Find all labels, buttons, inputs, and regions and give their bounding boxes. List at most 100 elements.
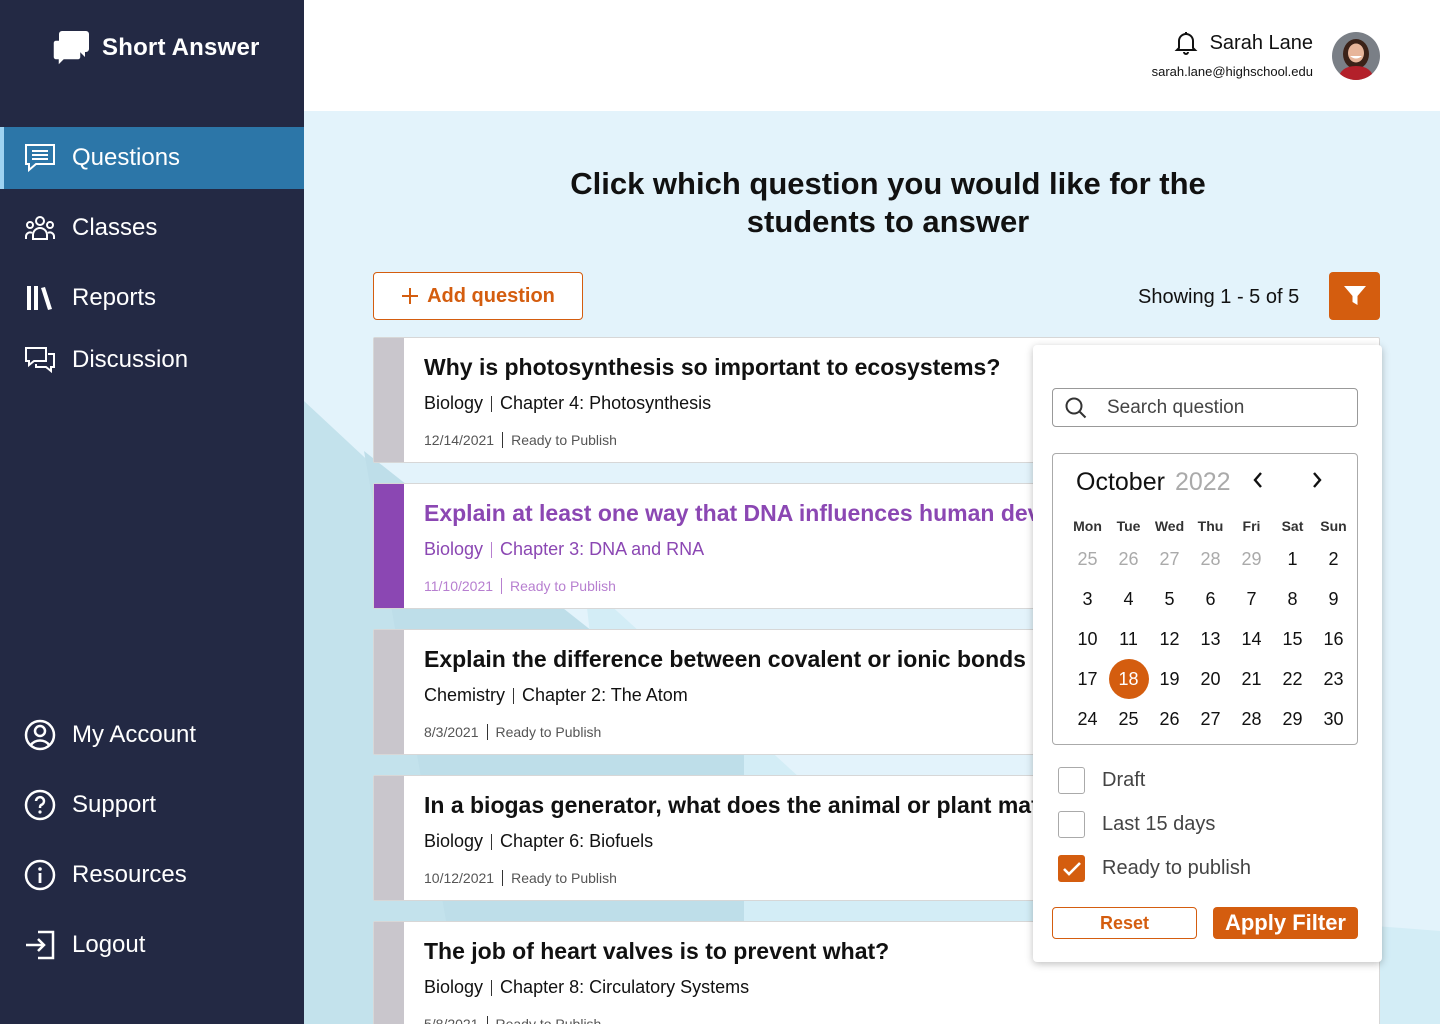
question-subject: Chemistry xyxy=(424,685,506,705)
sidebar-item-resources[interactable]: Resources xyxy=(0,844,304,906)
info-icon xyxy=(24,859,56,891)
calendar-day[interactable]: 27 xyxy=(1191,699,1231,739)
people-icon xyxy=(24,212,56,244)
add-question-button[interactable]: Add question xyxy=(373,272,583,320)
user-circle-icon xyxy=(24,719,56,751)
calendar-day[interactable]: 6 xyxy=(1191,579,1231,619)
calendar-day[interactable]: 29 xyxy=(1232,539,1272,579)
question-meta: Biology Chapter 4: Photosynthesis xyxy=(424,393,711,414)
calendar-day[interactable]: 12 xyxy=(1150,619,1190,659)
calendar-day[interactable]: 14 xyxy=(1232,619,1272,659)
calendar-day[interactable]: 1 xyxy=(1273,539,1313,579)
page-title-line-2: students to answer xyxy=(746,204,1030,239)
separator xyxy=(491,979,493,996)
weekday-label: Sat xyxy=(1281,518,1304,534)
calendar-day[interactable]: 26 xyxy=(1109,539,1149,579)
separator xyxy=(513,687,515,704)
question-info: 5/8/2021 Ready to Publish xyxy=(424,1016,601,1024)
question-info: 8/3/2021 Ready to Publish xyxy=(424,724,601,740)
calendar-day[interactable]: 25 xyxy=(1068,539,1108,579)
user-name: Sarah Lane xyxy=(1209,32,1313,54)
calendar-day[interactable]: 5 xyxy=(1150,579,1190,619)
books-icon xyxy=(24,282,56,314)
calendar-day[interactable]: 28 xyxy=(1232,699,1272,739)
brand-logo[interactable]: Short Answer xyxy=(52,28,260,68)
calendar-day[interactable]: 3 xyxy=(1068,579,1108,619)
avatar[interactable] xyxy=(1332,32,1380,80)
calendar-day[interactable]: 30 xyxy=(1314,699,1354,739)
sidebar-item-label: Support xyxy=(72,791,157,818)
sidebar-item-label: Classes xyxy=(72,214,158,241)
separator xyxy=(501,578,503,594)
question-date: 5/8/2021 xyxy=(424,1016,479,1024)
apply-filter-button[interactable]: Apply Filter xyxy=(1213,907,1358,939)
page-title-line-1: Click which question you would like for … xyxy=(570,166,1206,201)
ready-to-publish-checkbox[interactable] xyxy=(1058,855,1085,882)
calendar-day[interactable]: 7 xyxy=(1232,579,1272,619)
weekday-label: Tue xyxy=(1116,518,1141,534)
calendar-day[interactable]: 15 xyxy=(1273,619,1313,659)
separator xyxy=(486,724,488,740)
calendar-day[interactable]: 11 xyxy=(1109,619,1149,659)
calendar-day[interactable]: 28 xyxy=(1191,539,1231,579)
question-info: 11/10/2021 Ready to Publish xyxy=(424,578,616,594)
last-15-days-checkbox[interactable] xyxy=(1058,811,1085,838)
filter-option-last-15-days[interactable]: Last 15 days xyxy=(1058,811,1215,838)
bell-icon[interactable] xyxy=(1174,30,1198,61)
search-input[interactable] xyxy=(1107,396,1337,419)
sidebar-item-label: Reports xyxy=(72,284,157,311)
calendar-day[interactable]: 19 xyxy=(1150,659,1190,699)
calendar-day[interactable]: 22 xyxy=(1273,659,1313,699)
calendar-day[interactable]: 27 xyxy=(1150,539,1190,579)
calendar-day[interactable]: 20 xyxy=(1191,659,1231,699)
calendar-day[interactable]: 17 xyxy=(1068,659,1108,699)
search-field[interactable] xyxy=(1052,388,1358,427)
question-subject: Biology xyxy=(424,977,484,997)
draft-checkbox[interactable] xyxy=(1058,767,1085,794)
calendar-day[interactable]: 25 xyxy=(1109,699,1149,739)
weekday-label: Thu xyxy=(1197,518,1224,534)
sidebar-item-discussion[interactable]: Discussion xyxy=(0,329,304,391)
calendar-day[interactable]: 10 xyxy=(1068,619,1108,659)
calendar-day[interactable]: 4 xyxy=(1109,579,1149,619)
calendar-day-selected[interactable]: 18 xyxy=(1108,659,1149,699)
sidebar-item-reports[interactable]: Reports xyxy=(0,267,304,329)
sidebar-item-support[interactable]: Support xyxy=(0,774,304,836)
sidebar: Short Answer Questions Classes Reports D… xyxy=(0,0,304,1024)
search-icon xyxy=(1065,397,1087,418)
calendar-day[interactable]: 8 xyxy=(1273,579,1313,619)
calendar-day[interactable]: 24 xyxy=(1068,699,1108,739)
question-text: In a biogas generator, what does the ani… xyxy=(424,792,1039,818)
sidebar-item-questions[interactable]: Questions xyxy=(0,127,304,189)
calendar-day[interactable]: 16 xyxy=(1314,619,1354,659)
calendar-day[interactable]: 21 xyxy=(1232,659,1272,699)
next-month-button[interactable] xyxy=(1310,470,1324,495)
calendar-day[interactable]: 26 xyxy=(1150,699,1190,739)
question-status: Ready to Publish xyxy=(495,724,602,740)
sidebar-item-my-account[interactable]: My Account xyxy=(0,704,304,766)
user-email: sarah.lane@highschool.edu xyxy=(1151,64,1313,79)
calendar-day[interactable]: 2 xyxy=(1314,539,1354,579)
sidebar-item-classes[interactable]: Classes xyxy=(0,197,304,259)
calendar-day[interactable]: 9 xyxy=(1314,579,1354,619)
help-icon xyxy=(24,789,56,821)
calendar-day[interactable]: 13 xyxy=(1191,619,1231,659)
question-text: The job of heart valves is to prevent wh… xyxy=(424,938,890,964)
weekday-label: Sun xyxy=(1320,518,1347,534)
question-meta: Biology Chapter 8: Circulatory Systems xyxy=(424,977,749,998)
calendar-month: October xyxy=(1076,468,1165,496)
question-date: 12/14/2021 xyxy=(424,432,495,448)
calendar-day[interactable]: 29 xyxy=(1273,699,1313,739)
sidebar-item-logout[interactable]: Logout xyxy=(0,914,304,976)
filter-button[interactable] xyxy=(1329,272,1380,320)
chat-list-icon xyxy=(24,142,56,174)
question-chapter: Chapter 6: Biofuels xyxy=(500,831,654,851)
filter-option-ready-to-publish[interactable]: Ready to publish xyxy=(1058,855,1251,882)
separator xyxy=(491,833,493,850)
reset-button[interactable]: Reset xyxy=(1052,907,1197,939)
sidebar-item-label: Discussion xyxy=(72,346,189,373)
filter-option-draft[interactable]: Draft xyxy=(1058,767,1145,794)
question-info: 12/14/2021 Ready to Publish xyxy=(424,432,617,448)
calendar-day[interactable]: 23 xyxy=(1314,659,1354,699)
previous-month-button[interactable] xyxy=(1251,470,1265,495)
